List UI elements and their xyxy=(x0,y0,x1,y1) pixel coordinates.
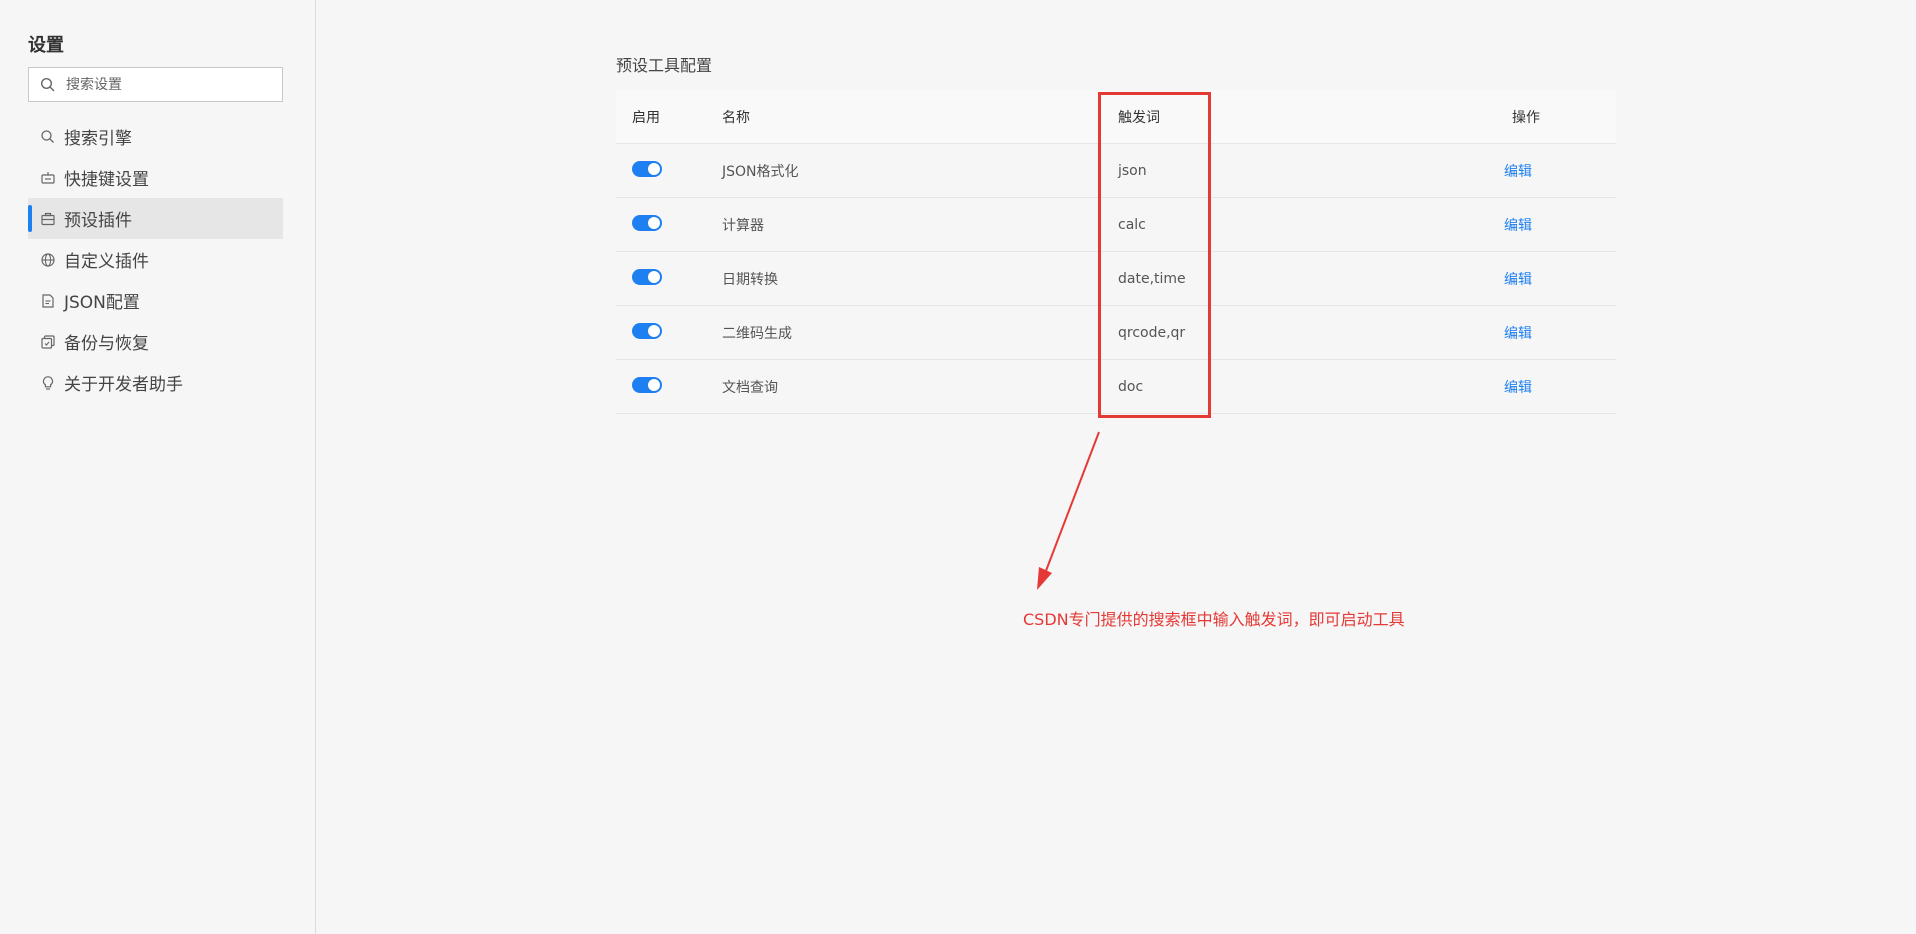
sidebar-item-about[interactable]: 关于开发者助手 xyxy=(28,362,283,403)
sidebar-item-label: 备份与恢复 xyxy=(64,334,149,354)
sidebar-item-custom-plugins[interactable]: 自定义插件 xyxy=(28,239,283,280)
section-title: 预设工具配置 xyxy=(616,56,713,75)
annotation-arrow-icon xyxy=(1037,431,1100,590)
sidebar-item-label: 关于开发者助手 xyxy=(64,375,183,395)
sidebar-item-search-engine[interactable]: 搜索引擎 xyxy=(28,116,283,157)
search-box[interactable] xyxy=(28,67,283,102)
enable-toggle[interactable] xyxy=(632,160,662,177)
document-icon xyxy=(40,293,56,309)
tool-name: JSON格式化 xyxy=(722,163,799,180)
edit-link[interactable]: 编辑 xyxy=(1504,164,1532,180)
sidebar-item-shortcuts[interactable]: 快捷键设置 xyxy=(28,157,283,198)
sidebar-item-preset-plugins[interactable]: 预设插件 xyxy=(28,198,283,239)
sidebar-item-backup[interactable]: 备份与恢复 xyxy=(28,321,283,362)
globe-icon xyxy=(40,252,56,268)
tool-name: 二维码生成 xyxy=(722,325,792,342)
sidebar-title: 设置 xyxy=(28,35,64,56)
enable-toggle[interactable] xyxy=(632,322,662,339)
search-icon xyxy=(40,77,56,93)
sidebar-item-label: JSON配置 xyxy=(64,293,140,313)
briefcase-icon xyxy=(40,211,56,227)
sidebar-nav: 搜索引擎 快捷键设置 预设插件 自定义插件 JSON配置 备份与恢复 关于开发者… xyxy=(28,116,283,403)
sidebar-item-label: 快捷键设置 xyxy=(64,170,149,190)
tool-name: 文档查询 xyxy=(722,379,778,396)
edit-link[interactable]: 编辑 xyxy=(1504,380,1532,396)
search-icon xyxy=(40,129,56,145)
enable-toggle[interactable] xyxy=(632,214,662,231)
keyboard-icon xyxy=(40,170,56,186)
trigger-column-highlight xyxy=(1098,92,1211,418)
annotation-text: CSDN专门提供的搜索框中输入触发词，即可启动工具 xyxy=(1023,610,1405,629)
backup-icon xyxy=(40,334,56,350)
search-input[interactable] xyxy=(66,76,266,93)
header-action: 操作 xyxy=(1512,109,1540,126)
edit-link[interactable]: 编辑 xyxy=(1504,272,1532,288)
header-enable: 启用 xyxy=(632,109,660,126)
tool-name: 日期转换 xyxy=(722,271,778,288)
sidebar: 设置 搜索引擎 快捷键设置 预设插件 xyxy=(0,0,316,934)
enable-toggle[interactable] xyxy=(632,268,662,285)
enable-toggle[interactable] xyxy=(632,376,662,393)
sidebar-item-label: 自定义插件 xyxy=(64,252,149,272)
edit-link[interactable]: 编辑 xyxy=(1504,218,1532,234)
sidebar-item-label: 搜索引擎 xyxy=(64,129,132,149)
sidebar-item-json-config[interactable]: JSON配置 xyxy=(28,280,283,321)
header-name: 名称 xyxy=(722,109,750,126)
sidebar-item-label: 预设插件 xyxy=(64,211,132,231)
lightbulb-icon xyxy=(40,375,56,391)
edit-link[interactable]: 编辑 xyxy=(1504,326,1532,342)
tool-name: 计算器 xyxy=(722,217,764,234)
